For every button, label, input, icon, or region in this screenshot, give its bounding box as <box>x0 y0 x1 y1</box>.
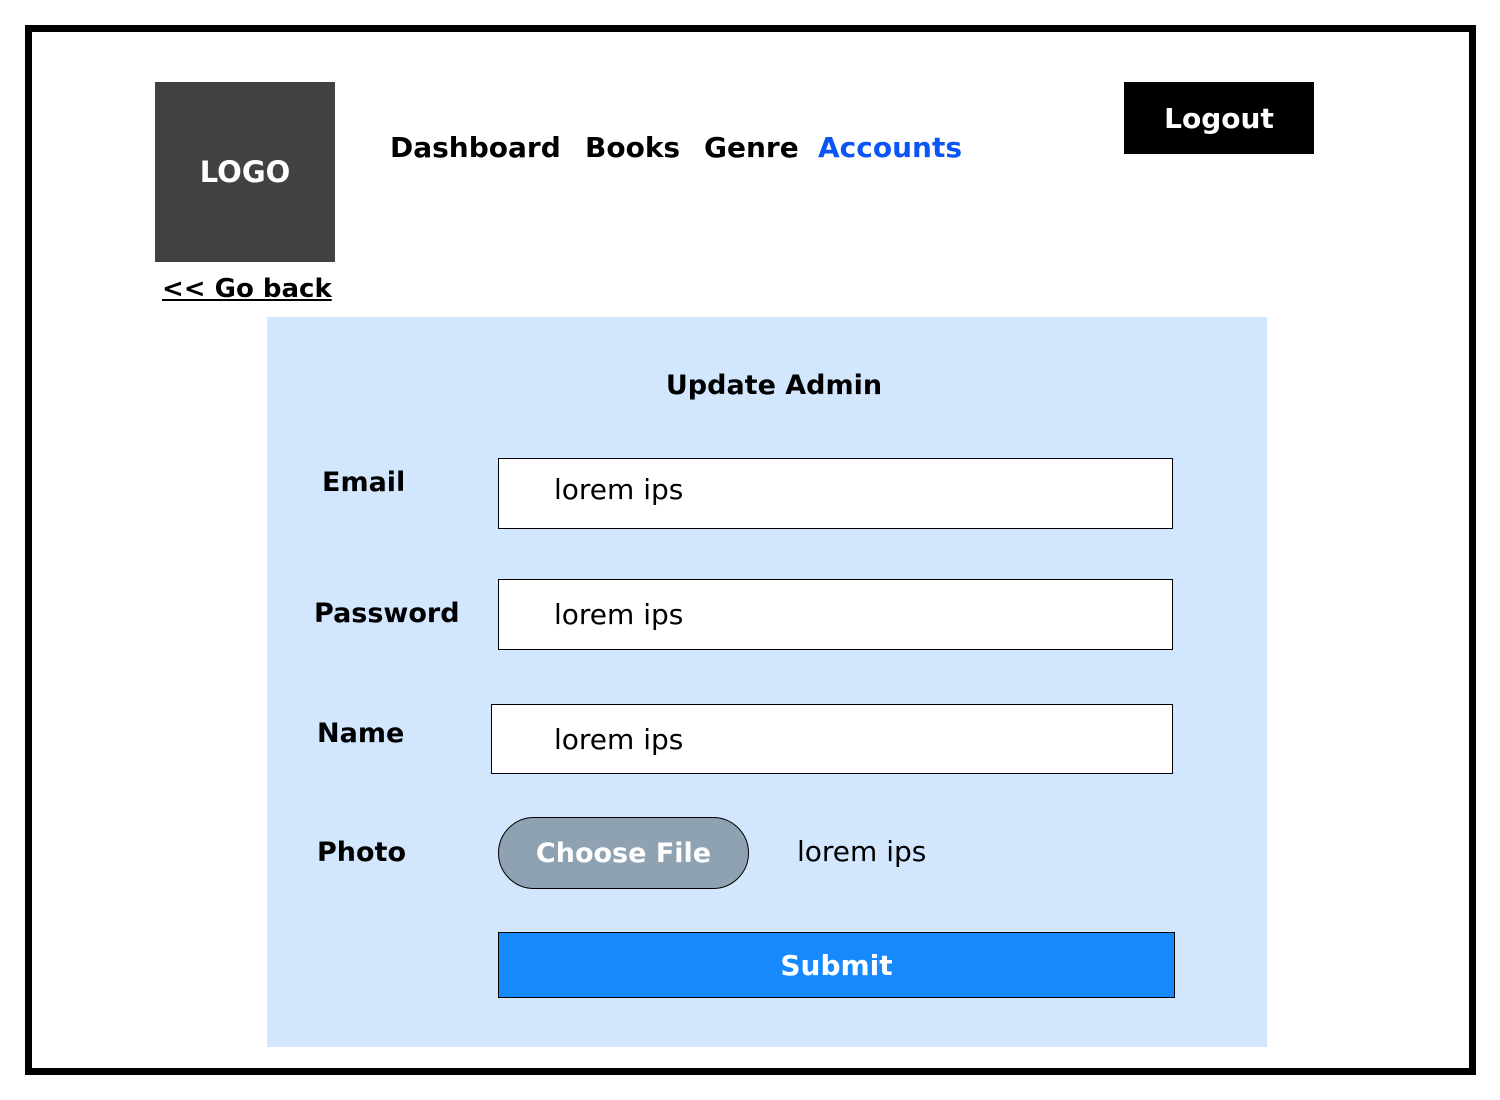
email-value: lorem ips <box>554 473 684 506</box>
logo: LOGO <box>155 82 335 262</box>
nav-accounts[interactable]: Accounts <box>818 128 962 168</box>
name-field[interactable]: lorem ips <box>491 704 1173 774</box>
go-back-link[interactable]: << Go back <box>162 270 332 308</box>
nav-genre[interactable]: Genre <box>704 128 799 168</box>
submit-label: Submit <box>780 948 893 982</box>
submit-button[interactable]: Submit <box>498 932 1175 998</box>
photo-label: Photo <box>317 837 407 868</box>
choose-file-label: Choose File <box>535 837 712 869</box>
logout-label: Logout <box>1164 101 1274 135</box>
name-value: lorem ips <box>554 722 684 756</box>
email-label: Email <box>322 467 406 498</box>
selected-file-name: lorem ips <box>797 835 927 868</box>
logo-text: LOGO <box>199 155 291 189</box>
nav-dashboard[interactable]: Dashboard <box>390 128 561 168</box>
form-title: Update Admin <box>665 370 883 401</box>
name-label: Name <box>317 718 405 749</box>
password-value: lorem ips <box>554 598 684 631</box>
email-field[interactable]: lorem ips <box>498 458 1173 529</box>
nav-books[interactable]: Books <box>585 128 680 168</box>
logout-button[interactable]: Logout <box>1124 82 1314 154</box>
password-field[interactable]: lorem ips <box>498 579 1173 650</box>
choose-file-button[interactable]: Choose File <box>498 817 749 889</box>
password-label: Password <box>314 598 460 629</box>
